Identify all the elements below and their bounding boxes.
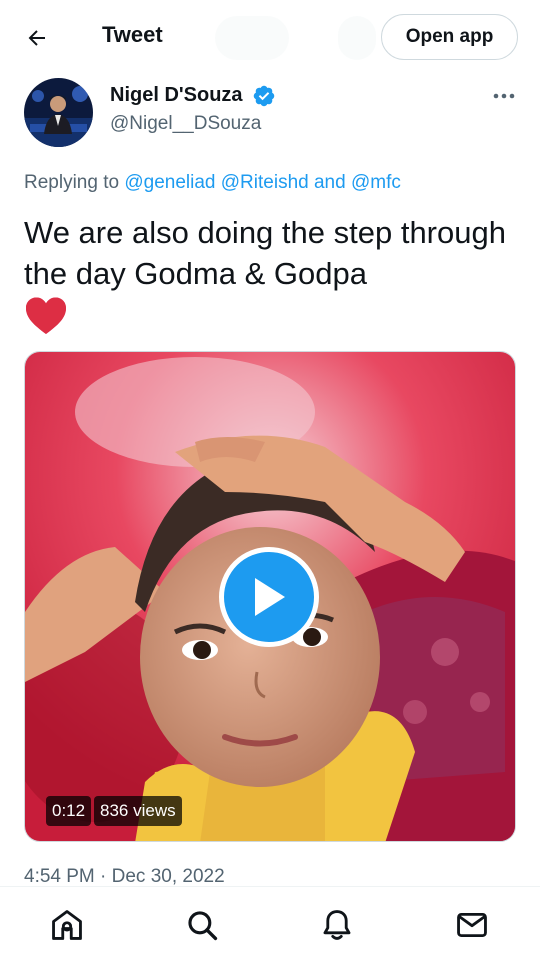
tweet-timestamp[interactable]: 4:54 PM · Dec 30, 2022 [24, 866, 225, 888]
author-handle[interactable]: @Nigel__DSouza [110, 113, 261, 135]
back-button[interactable] [18, 20, 56, 56]
top-app-bar: Tweet Open app [0, 0, 540, 74]
tweet-text-block: We are also doing the step through the d… [24, 212, 524, 336]
replying-prefix: Replying to [24, 172, 120, 193]
video-views-badge: 836 views [94, 796, 182, 826]
video-player[interactable]: 0:12 836 views [24, 351, 516, 842]
play-button[interactable] [219, 547, 319, 647]
verified-badge-icon [253, 85, 275, 107]
more-dots-icon [493, 93, 515, 99]
author-name[interactable]: Nigel D'Souza [110, 84, 243, 107]
notifications-bell-icon [323, 910, 351, 940]
page-title: Tweet [102, 22, 163, 47]
open-app-button[interactable]: Open app [381, 14, 518, 60]
mention-link[interactable]: @Riteishd [221, 172, 309, 193]
more-options-button[interactable] [488, 82, 520, 110]
replying-to-line: Replying to @geneliad @Riteishd and @mfc [24, 172, 401, 194]
messages-mail-icon [457, 912, 487, 938]
home-icon [52, 910, 82, 940]
nav-notifications[interactable] [317, 905, 357, 945]
nav-messages[interactable] [452, 905, 492, 945]
faded-overlay-element [338, 16, 376, 60]
nav-home[interactable] [47, 905, 87, 945]
faded-overlay-element [215, 16, 289, 60]
bottom-navigation-bar [0, 886, 540, 960]
arrow-left-icon [28, 30, 45, 46]
tweet-text: We are also doing the step through the d… [24, 215, 506, 291]
author-avatar[interactable] [24, 78, 93, 147]
nav-search[interactable] [182, 905, 222, 945]
play-icon [255, 578, 285, 616]
red-heart-emoji-icon [26, 297, 66, 334]
search-icon [188, 911, 218, 941]
replying-and: and [313, 172, 346, 193]
mention-link[interactable]: @geneliad [124, 172, 215, 193]
video-duration-badge: 0:12 [46, 796, 92, 826]
mention-link[interactable]: @mfc [351, 172, 401, 193]
